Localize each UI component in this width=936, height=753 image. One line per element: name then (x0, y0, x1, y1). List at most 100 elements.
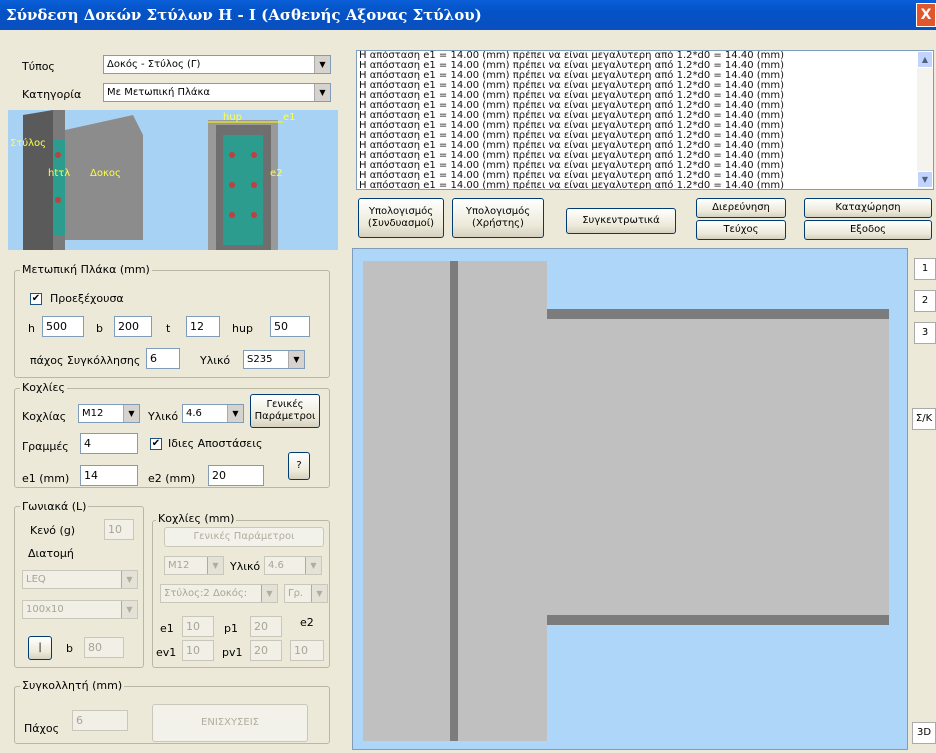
view-1-button[interactable]: 1 (914, 258, 936, 280)
bolt-material-label: Υλικό (148, 410, 179, 423)
connection-preview: Στύλος htτλ Δοκος hup e1 e2 (8, 110, 338, 250)
reinforcements-button[interactable]: ΕΝΙΣΧΥΣΕΙΣ (152, 704, 308, 742)
bolt-value: M12 (82, 408, 104, 419)
angle-general-parameters-button[interactable]: Γενικές Παράμετροι (164, 527, 324, 547)
protruding-checkbox[interactable]: ✔ (30, 293, 42, 305)
bolt-material-value: 4.6 (186, 408, 202, 419)
angle-p1-label: p1 (224, 622, 238, 635)
plate-material-value: S235 (247, 354, 273, 365)
chevron-down-icon[interactable]: ▼ (227, 405, 243, 422)
preview-label-hup: hup (223, 112, 243, 123)
angle-bolt-material-select[interactable]: 4.6 ▼ (264, 556, 322, 575)
section-size-select[interactable]: 100x10 ▼ (22, 600, 138, 619)
type-select-value: Δοκός - Στύλος (Γ) (107, 59, 201, 70)
chevron-down-icon[interactable]: ▼ (288, 351, 304, 368)
register-button[interactable]: Καταχώρηση (804, 198, 932, 218)
same-distances-checkbox[interactable]: ✔ (150, 438, 162, 450)
scroll-up-icon[interactable]: ▲ (917, 51, 933, 68)
investigate-button[interactable]: Διερεύνηση (696, 198, 786, 218)
type-label: Τύπος (22, 60, 55, 73)
chevron-down-icon[interactable]: ▼ (123, 405, 139, 422)
chevron-down-icon[interactable]: ▼ (314, 56, 330, 73)
type-select[interactable]: Δοκός - Στύλος (Γ) ▼ (103, 55, 331, 74)
3d-button[interactable]: 3D (912, 722, 936, 744)
chevron-down-icon[interactable]: ▼ (121, 601, 137, 618)
bolt-select[interactable]: M12 ▼ (78, 404, 140, 423)
section-type-value: LEQ (26, 574, 46, 585)
chevron-down-icon[interactable]: ▼ (305, 557, 321, 574)
gap-input[interactable]: 10 (104, 519, 134, 540)
view-2-button[interactable]: 2 (914, 290, 936, 312)
bolt-row-select[interactable]: Γρ. ▼ (284, 584, 328, 603)
protruding-label: Προεξέχουσα (50, 292, 124, 305)
angle-bolts-legend: Κοχλίες (mm) (156, 512, 237, 525)
bolt-position-select[interactable]: Στύλος:2 Δοκός: ▼ (160, 584, 278, 603)
exit-button[interactable]: Εξοδος (804, 220, 932, 240)
messages-log[interactable]: Η απόσταση e1 = 14.00 (mm) πρέπει να είν… (356, 50, 934, 190)
scroll-down-icon[interactable]: ▼ (917, 171, 933, 188)
message-line: Η απόσταση e1 = 14.00 (mm) πρέπει να είν… (359, 180, 785, 190)
angle-bolt-value: M12 (168, 560, 190, 571)
h-input[interactable]: 500 (42, 316, 84, 337)
hup-label: hup (232, 322, 253, 335)
section-type-select[interactable]: LEQ ▼ (22, 570, 138, 589)
booklet-button[interactable]: Τεύχος (696, 220, 786, 240)
plate-legend: Μετωπική Πλάκα (mm) (20, 263, 152, 276)
angle-e2-label: e2 (300, 616, 314, 629)
angle-bolt-material-label: Υλικό (230, 560, 261, 573)
category-select-value: Με Μετωπική Πλάκα (107, 87, 210, 98)
chevron-down-icon[interactable]: ▼ (121, 571, 137, 588)
angle-e2-input[interactable]: 10 (290, 640, 324, 661)
close-button[interactable]: X (916, 3, 936, 27)
same-distances-label: Ιδιες Αποστάσεις (168, 437, 263, 450)
summary-button[interactable]: Συγκεντρωτικά (566, 208, 676, 234)
chevron-down-icon[interactable]: ▼ (261, 585, 277, 602)
angle-b-label: b (66, 642, 73, 655)
weld-thickness-input[interactable]: 6 (146, 348, 180, 369)
category-select[interactable]: Με Μετωπική Πλάκα ▼ (103, 83, 331, 102)
title-bar: Σύνδεση Δοκών Στύλων Η - Ι (Ασθενής Αξον… (0, 0, 936, 30)
angle-orientation-button[interactable]: | (28, 636, 52, 660)
plate-material-select[interactable]: S235 ▼ (243, 350, 305, 369)
angles-legend: Γωνιακά (L) (20, 500, 89, 513)
rows-label: Γραμμές (22, 440, 69, 453)
angle-bolt-select[interactable]: M12 ▼ (164, 556, 224, 575)
messages-scrollbar[interactable]: ▲ ▼ (917, 51, 933, 189)
e1-input[interactable]: 14 (80, 465, 138, 486)
column-web-drawing (450, 261, 458, 741)
plate-material-label: Υλικό (200, 354, 231, 367)
chevron-down-icon[interactable]: ▼ (207, 557, 223, 574)
h-label: h (28, 322, 35, 335)
help-button[interactable]: ? (288, 452, 310, 480)
t-input[interactable]: 12 (186, 316, 220, 337)
category-label: Κατηγορία (22, 88, 82, 101)
preview-label-e1: e1 (283, 112, 296, 123)
section-legend: Διατομή (26, 547, 76, 560)
angle-e1-input[interactable]: 10 (182, 616, 214, 637)
preview-drawing (23, 110, 283, 250)
angle-p1-input[interactable]: 20 (250, 616, 282, 637)
bolt-label: Κοχλίας (22, 410, 67, 423)
angle-ev1-label: ev1 (156, 646, 177, 659)
angle-pv1-input[interactable]: 20 (250, 640, 282, 661)
calculate-combinations-button[interactable]: Υπολογισμός (Συνδυασμοί) (358, 198, 444, 238)
angle-b-input[interactable]: 80 (84, 637, 124, 658)
drawing-canvas[interactable] (352, 248, 908, 750)
general-parameters-button[interactable]: Γενικές Παράμετροι (250, 394, 320, 428)
preview-label-dokos: Δοκος (90, 168, 121, 179)
beam-drawing (547, 309, 889, 625)
angle-bolt-material-value: 4.6 (268, 560, 284, 571)
calculate-user-button[interactable]: Υπολογισμός (Χρήστης) (452, 198, 544, 238)
rows-input[interactable]: 4 (80, 433, 138, 454)
chevron-down-icon[interactable]: ▼ (311, 585, 327, 602)
bolts-legend: Κοχλίες (20, 381, 67, 394)
weld-thick-input[interactable]: 6 (72, 710, 128, 731)
bolt-material-select[interactable]: 4.6 ▼ (182, 404, 244, 423)
view-3-button[interactable]: 3 (914, 322, 936, 344)
b-input[interactable]: 200 (114, 316, 152, 337)
e2-input[interactable]: 20 (208, 465, 264, 486)
sk-button[interactable]: Σ/Κ (912, 408, 936, 430)
angle-ev1-input[interactable]: 10 (182, 640, 214, 661)
hup-input[interactable]: 50 (270, 316, 310, 337)
chevron-down-icon[interactable]: ▼ (314, 84, 330, 101)
